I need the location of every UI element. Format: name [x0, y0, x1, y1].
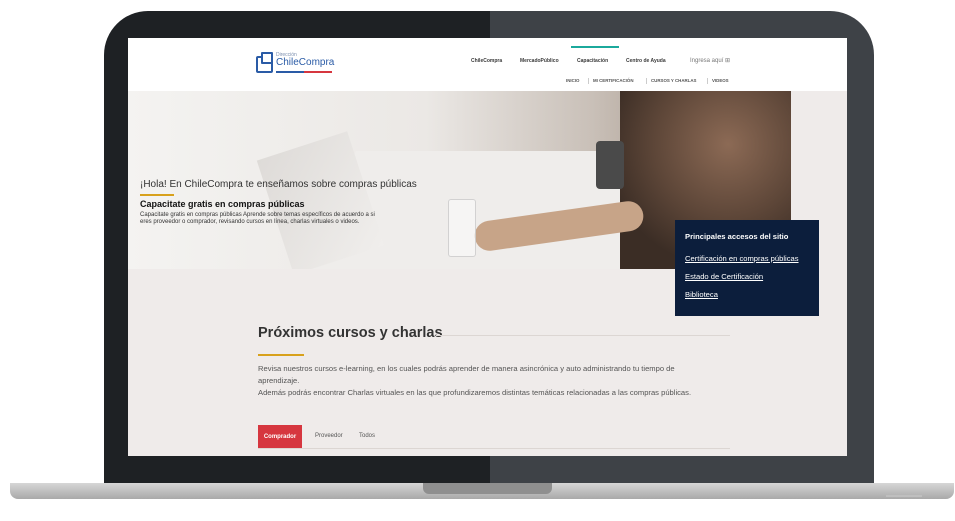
subnav-mi-certificacion[interactable]: MI CERTIFICACIÓN	[593, 78, 634, 83]
nav-active-indicator	[571, 46, 619, 48]
section-paragraph: aprendizaje.	[258, 376, 300, 385]
laptop-screen: Dirección ChileCompra ChileCompra Mercad…	[128, 38, 847, 456]
hero-description-line: eres proveedor o comprador, revisando cu…	[140, 219, 360, 225]
access-link-certificacion[interactable]: Certificación en compras públicas	[685, 254, 799, 263]
chilecompra-logo[interactable]: Dirección ChileCompra	[256, 51, 336, 77]
nav-centro-de-ayuda[interactable]: Centro de Ayuda	[626, 58, 666, 64]
logo-text: ChileCompra	[276, 57, 335, 68]
nav-capacitacion[interactable]: Capacitación	[577, 58, 608, 64]
subnav-divider	[588, 78, 589, 84]
access-panel-title: Principales accesos del sitio	[685, 232, 789, 241]
subnav-videos[interactable]: VIDEOS	[712, 78, 729, 83]
hero-description-line: Capacitate gratis en compras públicas Ap…	[140, 212, 375, 218]
subnav-inicio[interactable]: INICIO	[566, 78, 579, 83]
access-link-biblioteca[interactable]: Biblioteca	[685, 290, 718, 299]
logo-flag-bar	[276, 71, 332, 73]
subnav-divider	[646, 78, 647, 84]
nav-mercadopublico[interactable]: MercadoPúblico	[520, 58, 559, 64]
section-accent-rule	[258, 354, 304, 356]
hero-accent-rule	[140, 194, 174, 196]
tab-divider	[258, 448, 730, 449]
access-link-estado[interactable]: Estado de Certificación	[685, 272, 763, 281]
logo-icon-overlay	[261, 52, 273, 64]
decorative-dash	[886, 495, 922, 497]
hero-title: Capacitate gratis en compras públicas	[140, 199, 305, 209]
hero-greeting: ¡Hola! En ChileCompra te enseñamos sobre…	[140, 179, 417, 190]
access-panel: Principales accesos del sitio Certificac…	[675, 220, 819, 316]
hero-photo-cup	[596, 141, 624, 189]
laptop-notch	[423, 483, 552, 494]
section-paragraph: Revisa nuestros cursos e-learning, en lo…	[258, 364, 675, 373]
tab-comprador[interactable]: Comprador	[258, 425, 302, 449]
subnav-cursos-y-charlas[interactable]: CURSOS Y CHARLAS	[651, 78, 696, 83]
hero-text: ¡Hola! En ChileCompra te enseñamos sobre…	[140, 179, 460, 226]
site-header: Dirección ChileCompra ChileCompra Mercad…	[128, 38, 847, 91]
tab-proveedor[interactable]: Proveedor	[315, 433, 343, 439]
section-paragraph: Además podrás encontrar Charlas virtuale…	[258, 388, 692, 397]
nav-chilecompra[interactable]: ChileCompra	[471, 58, 502, 64]
section-title-line	[436, 335, 730, 336]
hero-description: Capacitate gratis en compras públicas Ap…	[140, 212, 460, 226]
tab-todos[interactable]: Todos	[359, 433, 375, 439]
login-link[interactable]: Ingresa aquí ⊞	[690, 57, 730, 64]
section-title: Próximos cursos y charlas	[258, 325, 443, 341]
subnav-divider	[707, 78, 708, 84]
